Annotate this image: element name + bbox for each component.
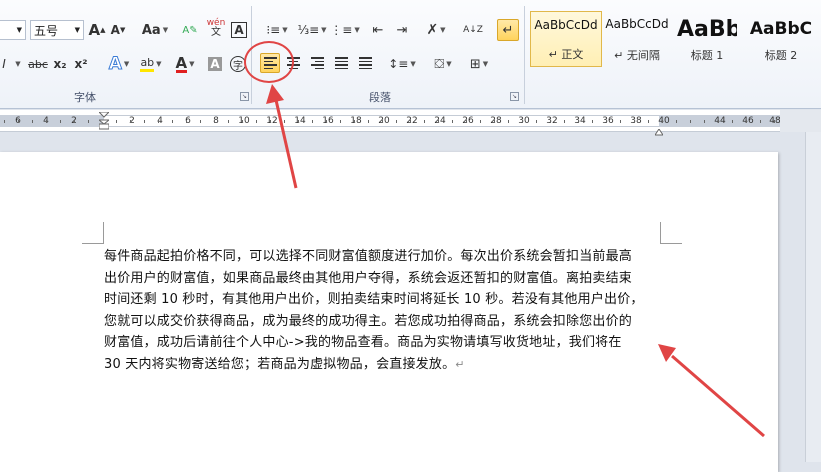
arrow-to-text xyxy=(658,344,765,438)
arrow-to-align-button xyxy=(266,84,298,189)
annotation-arrows xyxy=(266,84,765,438)
